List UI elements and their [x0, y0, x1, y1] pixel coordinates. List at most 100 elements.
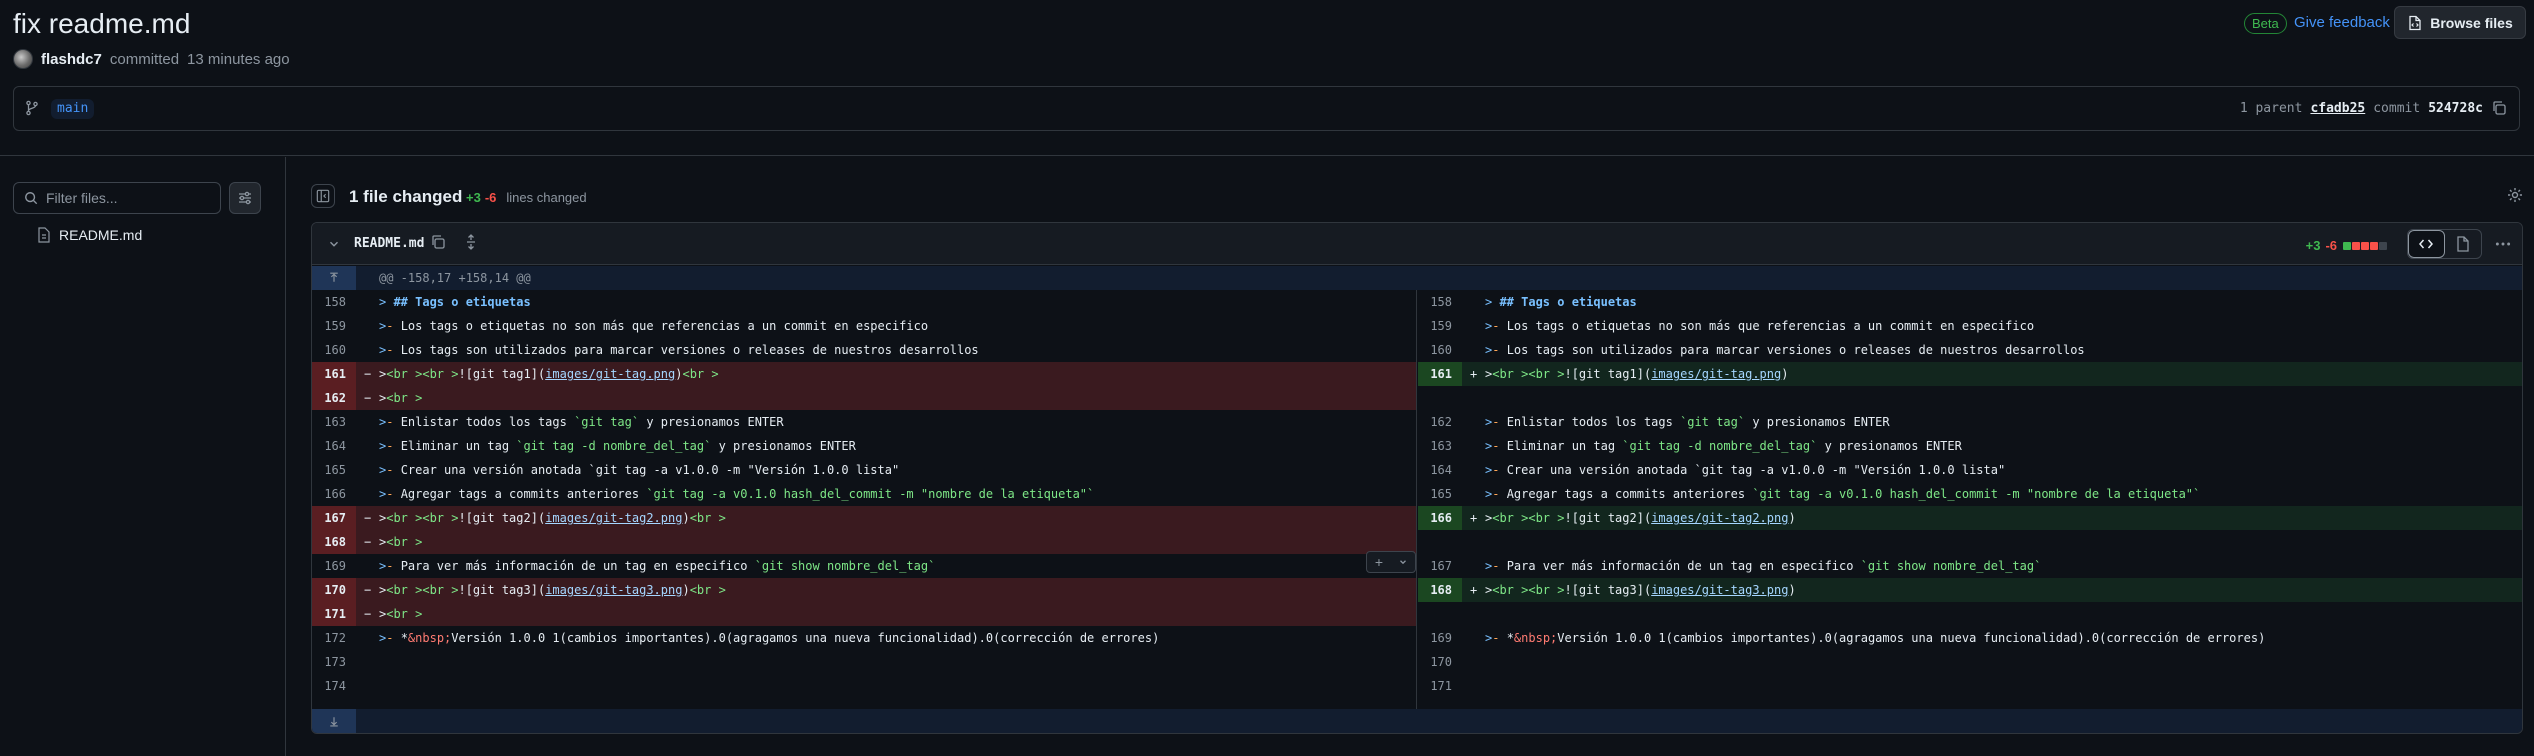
- line-number[interactable]: [1418, 386, 1462, 410]
- line-number[interactable]: 163: [312, 410, 356, 434]
- left-diff-line[interactable]: 167− ><br ><br >![git tag2](images/git-ta…: [312, 506, 1416, 530]
- right-diff-line[interactable]: 166 + ><br ><br >![git tag2](images/git-ta…: [1418, 506, 2522, 530]
- line-number[interactable]: 168: [312, 530, 356, 554]
- left-diff-line[interactable]: 164 >- Eliminar un tag `git tag -d nombre…: [312, 434, 1416, 458]
- line-number[interactable]: 169: [1418, 626, 1462, 650]
- rich-view-button[interactable]: [2445, 230, 2481, 258]
- left-diff-line[interactable]: 165 >- Crear una versión anotada `git tag…: [312, 458, 1416, 482]
- line-number[interactable]: [1418, 602, 1462, 626]
- right-diff-line[interactable]: 165 >- Agregar tags a commits anteriores …: [1418, 482, 2522, 506]
- line-number[interactable]: 158: [312, 290, 356, 314]
- line-number[interactable]: 162: [312, 386, 356, 410]
- left-diff-line[interactable]: 170− ><br ><br >![git tag3](images/git-ta…: [312, 578, 1416, 602]
- kebab-menu-icon[interactable]: [2494, 235, 2512, 253]
- copy-icon[interactable]: [2491, 100, 2507, 116]
- line-number[interactable]: 170: [1418, 650, 1462, 674]
- give-feedback-link[interactable]: Give feedback: [2294, 14, 2390, 31]
- line-number[interactable]: 168: [1418, 578, 1462, 602]
- line-number[interactable]: 161: [312, 362, 356, 386]
- line-number[interactable]: 167: [312, 506, 356, 530]
- left-diff-line[interactable]: 163 >- Enlistar todos los tags `git tag` …: [312, 410, 1416, 434]
- line-code: ><br ><br >![git tag3](images/git-tag3.p…: [1485, 583, 1796, 597]
- line-code: ><br ><br >![git tag2](images/git-tag2.p…: [1485, 511, 1796, 525]
- line-number[interactable]: 170: [312, 578, 356, 602]
- left-diff-line[interactable]: 168− ><br >: [312, 530, 1416, 554]
- deletions-count: -6: [484, 190, 497, 205]
- author-link[interactable]: flashdc7: [41, 51, 102, 68]
- code-view-button[interactable]: [2408, 230, 2445, 258]
- branch-name[interactable]: main: [51, 99, 95, 119]
- avatar[interactable]: [13, 49, 33, 69]
- left-diff-line[interactable]: 160 >- Los tags son utilizados para marca…: [312, 338, 1416, 362]
- lines-stat: +3 -6 lines changed: [466, 190, 587, 205]
- line-number[interactable]: 167: [1418, 554, 1462, 578]
- diff-file-name[interactable]: README.md: [354, 236, 424, 251]
- right-diff-line[interactable]: 161 + ><br ><br >![git tag1](images/git-ta…: [1418, 362, 2522, 386]
- right-diff-line[interactable]: 164 >- Crear una versión anotada `git tag…: [1418, 458, 2522, 482]
- line-number[interactable]: 171: [312, 602, 356, 626]
- right-diff-line[interactable]: 167 >- Para ver más información de un tag…: [1418, 554, 2522, 578]
- filter-options-button[interactable]: [229, 182, 261, 214]
- chevron-down-icon[interactable]: [327, 237, 341, 251]
- right-diff-line[interactable]: 160 >- Los tags son utilizados para marca…: [1418, 338, 2522, 362]
- file-diff-header: README.md +3 -6: [312, 223, 2522, 265]
- right-diff-line[interactable]: 162 >- Enlistar todos los tags `git tag` …: [1418, 410, 2522, 434]
- left-diff-line[interactable]: 161− ><br ><br >![git tag1](images/git-ta…: [312, 362, 1416, 386]
- line-number[interactable]: 160: [312, 338, 356, 362]
- line-number[interactable]: 171: [1418, 674, 1462, 698]
- toggle-file-tree-button[interactable]: [311, 184, 335, 208]
- line-number[interactable]: 163: [1418, 434, 1462, 458]
- line-number[interactable]: 166: [312, 482, 356, 506]
- line-number[interactable]: 162: [1418, 410, 1462, 434]
- left-diff-line[interactable]: 158 > ## Tags o etiquetas: [312, 290, 1416, 314]
- expand-down-button[interactable]: [312, 709, 356, 733]
- line-number[interactable]: 158: [1418, 290, 1462, 314]
- line-number[interactable]: 164: [1418, 458, 1462, 482]
- left-diff-line[interactable]: 173: [312, 650, 1416, 674]
- right-diff-line[interactable]: 163 >- Eliminar un tag `git tag -d nombre…: [1418, 434, 2522, 458]
- line-number[interactable]: 164: [312, 434, 356, 458]
- line-number[interactable]: 169: [312, 554, 356, 578]
- right-diff-line[interactable]: 159 >- Los tags o etiquetas no son más qu…: [1418, 314, 2522, 338]
- line-number[interactable]: 161: [1418, 362, 1462, 386]
- left-diff-line[interactable]: 162− ><br >: [312, 386, 1416, 410]
- left-diff-line[interactable]: 166 >- Agregar tags a commits anteriores …: [312, 482, 1416, 506]
- copy-icon[interactable]: [430, 234, 446, 250]
- left-diff-line[interactable]: 169 >- Para ver más información de un tag…: [312, 554, 1416, 578]
- right-diff-line[interactable]: [1418, 602, 2522, 626]
- left-diff-line[interactable]: 174: [312, 674, 1416, 698]
- line-menu-button[interactable]: [1391, 552, 1415, 572]
- browse-files-button[interactable]: Browse files: [2394, 6, 2526, 39]
- right-diff-line[interactable]: 170: [1418, 650, 2522, 674]
- expand-up-button[interactable]: [312, 266, 356, 290]
- line-number[interactable]: 160: [1418, 338, 1462, 362]
- left-diff-line[interactable]: 172 >- *&nbsp;Versión 1.0.0 1(cambios imp…: [312, 626, 1416, 650]
- line-number[interactable]: 172: [312, 626, 356, 650]
- line-code: >- Enlistar todos los tags `git tag` y p…: [379, 415, 784, 429]
- filter-files-field[interactable]: [13, 182, 221, 214]
- right-diff-line[interactable]: 168 + ><br ><br >![git tag3](images/git-ta…: [1418, 578, 2522, 602]
- line-number[interactable]: 159: [312, 314, 356, 338]
- line-number[interactable]: 165: [1418, 482, 1462, 506]
- right-diff-line[interactable]: 169 >- *&nbsp;Versión 1.0.0 1(cambios imp…: [1418, 626, 2522, 650]
- line-number[interactable]: 166: [1418, 506, 1462, 530]
- right-diff-line[interactable]: [1418, 530, 2522, 554]
- right-diff-line[interactable]: [1418, 386, 2522, 410]
- left-diff-line[interactable]: 171− ><br >: [312, 602, 1416, 626]
- line-number[interactable]: [1418, 530, 1462, 554]
- right-diff-line[interactable]: 158 > ## Tags o etiquetas: [1418, 290, 2522, 314]
- line-number[interactable]: 173: [312, 650, 356, 674]
- parent-sha-link[interactable]: cfadb25: [2310, 101, 2365, 116]
- expand-all-icon[interactable]: [463, 234, 479, 250]
- left-diff-line[interactable]: 159 >- Los tags o etiquetas no son más qu…: [312, 314, 1416, 338]
- add-comment-button[interactable]: +: [1367, 552, 1391, 572]
- gear-icon[interactable]: [2507, 187, 2523, 203]
- line-number[interactable]: 174: [312, 674, 356, 698]
- filter-files-input[interactable]: [46, 190, 206, 206]
- line-number[interactable]: 159: [1418, 314, 1462, 338]
- file-tree-item[interactable]: README.md: [37, 227, 142, 243]
- file-tree-item-label: README.md: [59, 227, 143, 243]
- diffstat-bar: [2342, 237, 2387, 253]
- line-number[interactable]: 165: [312, 458, 356, 482]
- right-diff-line[interactable]: 171: [1418, 674, 2522, 698]
